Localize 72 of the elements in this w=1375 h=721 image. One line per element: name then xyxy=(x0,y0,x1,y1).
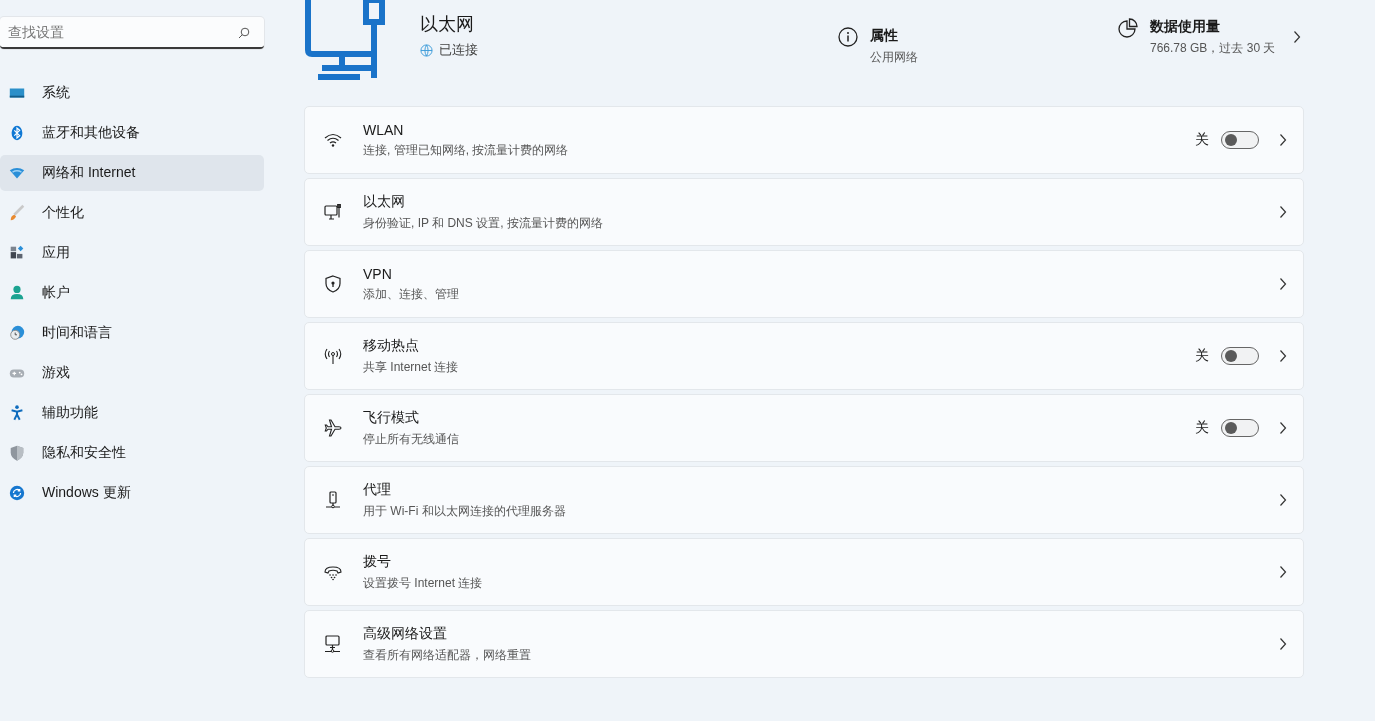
settings-row[interactable]: 代理 用于 Wi-Fi 和以太网连接的代理服务器 xyxy=(304,466,1304,534)
toggle-switch[interactable] xyxy=(1221,347,1259,365)
chevron-right-icon xyxy=(1279,349,1287,363)
setting-description: 共享 Internet 连接 xyxy=(363,358,460,376)
nav-item[interactable]: 游戏 xyxy=(0,355,264,391)
setting-title: WLAN xyxy=(363,121,405,138)
setting-description: 停止所有无线通信 xyxy=(363,430,460,448)
chevron-right-icon xyxy=(1279,493,1287,507)
globe-icon xyxy=(420,43,433,57)
setting-description: 连接, 管理已知网络, 按流量计费的网络 xyxy=(363,141,570,159)
chevron-right-icon xyxy=(1279,637,1287,651)
antenna-icon xyxy=(323,346,343,366)
setting-title: 高级网络设置 xyxy=(363,624,448,643)
nav-item[interactable]: Windows 更新 xyxy=(0,475,264,511)
chevron-right-icon xyxy=(1293,30,1302,44)
setting-title: 代理 xyxy=(363,480,392,499)
setting-description: 用于 Wi-Fi 和以太网连接的代理服务器 xyxy=(363,502,567,520)
chevron-right-icon xyxy=(1279,421,1287,435)
brush-icon xyxy=(8,204,26,222)
settings-row[interactable]: 拨号 设置拨号 Internet 连接 xyxy=(304,538,1304,606)
nav-item[interactable]: 系统 xyxy=(0,75,264,111)
setting-title: 以太网 xyxy=(363,192,406,211)
nav-item[interactable]: 辅助功能 xyxy=(0,395,264,431)
toggle-state-label: 关 xyxy=(1195,347,1209,365)
setting-description: 查看所有网络适配器，网络重置 xyxy=(363,646,532,664)
connection-status: 已连接 xyxy=(439,41,478,59)
clock-globe-icon xyxy=(8,324,26,342)
chevron-right-icon xyxy=(1279,205,1287,219)
search-icon xyxy=(238,27,250,39)
update-icon xyxy=(8,484,26,502)
settings-row[interactable]: VPN 添加、连接、管理 xyxy=(304,250,1304,318)
network-profile: 公用网络 xyxy=(870,49,918,66)
nav-item[interactable]: 网络和 Internet xyxy=(0,155,264,191)
nav-item[interactable]: 隐私和安全性 xyxy=(0,435,264,471)
toggle-switch[interactable] xyxy=(1221,419,1259,437)
ethernet-monitor-icon xyxy=(304,0,386,80)
settings-row[interactable]: 以太网 身份验证, IP 和 DNS 设置, 按流量计费的网络 xyxy=(304,178,1304,246)
settings-row[interactable]: 飞行模式 停止所有无线通信 关 xyxy=(304,394,1304,462)
chevron-right-icon xyxy=(1279,277,1287,291)
nav-item[interactable]: 时间和语言 xyxy=(0,315,264,351)
person-icon xyxy=(8,284,26,302)
info-icon xyxy=(838,27,858,47)
setting-description: 添加、连接、管理 xyxy=(363,285,460,303)
toggle-state-label: 关 xyxy=(1195,419,1209,437)
settings-row[interactable]: WLAN 连接, 管理已知网络, 按流量计费的网络 关 xyxy=(304,106,1304,174)
setting-title: VPN xyxy=(363,265,393,282)
settings-row[interactable]: 移动热点 共享 Internet 连接 关 xyxy=(304,322,1304,390)
server-icon xyxy=(323,490,343,510)
setting-title: 拨号 xyxy=(363,552,392,571)
toggle-state-label: 关 xyxy=(1195,131,1209,149)
search-field[interactable]: 查找设置 xyxy=(0,17,264,49)
data-usage-link[interactable]: 数据使用量 766.78 GB，过去 30 天 xyxy=(1108,0,1302,68)
pie-chart-icon xyxy=(1118,18,1138,38)
settings-row[interactable]: 高级网络设置 查看所有网络适配器，网络重置 xyxy=(304,610,1304,678)
nav-item[interactable]: 蓝牙和其他设备 xyxy=(0,115,264,151)
nav-item[interactable]: 应用 xyxy=(0,235,264,271)
shield-lock-icon xyxy=(323,274,343,294)
setting-title: 移动热点 xyxy=(363,336,420,355)
setting-description: 设置拨号 Internet 连接 xyxy=(363,574,484,592)
network-title: 以太网 xyxy=(420,13,475,36)
setting-description: 身份验证, IP 和 DNS 设置, 按流量计费的网络 xyxy=(363,214,604,232)
setting-title: 飞行模式 xyxy=(363,408,420,427)
chevron-right-icon xyxy=(1279,565,1287,579)
shield-icon xyxy=(8,444,26,462)
toggle-switch[interactable] xyxy=(1221,131,1259,149)
nav-item[interactable]: 帐户 xyxy=(0,275,264,311)
monitor-network-icon xyxy=(323,634,343,654)
airplane-icon xyxy=(323,418,343,438)
chevron-right-icon xyxy=(1279,133,1287,147)
properties-title: 属性 xyxy=(870,27,899,45)
nav-item[interactable]: 个性化 xyxy=(0,195,264,231)
ethernet-monitor-icon xyxy=(323,202,343,222)
